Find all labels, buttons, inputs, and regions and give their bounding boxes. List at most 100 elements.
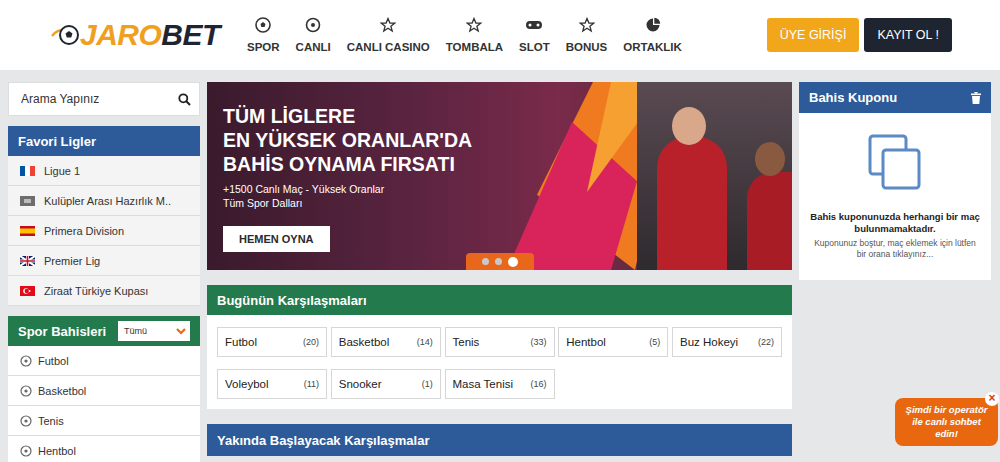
sport-name: Hentbol — [566, 336, 606, 348]
match-count: (14) — [417, 337, 433, 347]
sport-item[interactable]: Hentbol — [8, 436, 200, 462]
logo[interactable]: JAROBET — [50, 18, 225, 52]
main-content: Favori Ligler Ligue 1 Kulüpler Arası Hazır… — [0, 70, 1000, 462]
empty-coupon-hint: Kuponunuz boştur, maç eklemek için lütfe… — [809, 238, 981, 260]
sport-name: Tenis — [38, 415, 64, 427]
section-title: Favori Ligler — [18, 134, 96, 149]
sport-icon — [20, 355, 32, 367]
sport-button[interactable]: Tenis(33) — [445, 327, 555, 357]
sport-icon — [20, 385, 32, 397]
carousel-dots — [466, 253, 534, 270]
upcoming-header: Yakında Başlayacak Karşılaşmalar — [207, 424, 792, 456]
close-button[interactable]: × — [985, 392, 999, 406]
gamepad-icon — [525, 17, 543, 33]
chat-text: Şimdi bir operatör ile canlı sohbet edin… — [901, 404, 992, 440]
carousel-dot[interactable] — [482, 258, 489, 265]
empty-coupon-message: Bahis kuponunuzda herhangi bir maç bulun… — [809, 211, 981, 235]
league-item[interactable]: Kulüpler Arası Hazırlık M.. — [8, 186, 200, 216]
nav-label: TOMBALA — [446, 41, 503, 53]
league-name: Kulüpler Arası Hazırlık M.. — [44, 195, 171, 207]
chevron-down-icon — [176, 328, 186, 335]
nav-item[interactable]: SLOT — [519, 17, 550, 53]
nav-label: SLOT — [519, 41, 550, 53]
player-figure — [672, 107, 706, 145]
player-figure — [747, 172, 792, 270]
nav-item[interactable]: TOMBALA — [446, 17, 503, 53]
nav-label: ORTAKLIK — [623, 41, 682, 53]
star-icon — [380, 17, 396, 33]
pie-icon — [645, 17, 661, 33]
sport-button[interactable]: Masa Tenisi(16) — [445, 369, 555, 399]
section-title: Yakında Başlayacak Karşılaşmalar — [217, 433, 429, 448]
logo-text: BET — [161, 18, 220, 52]
league-item[interactable]: Ligue 1 — [8, 156, 200, 186]
dropdown-value: Tümü — [124, 326, 147, 336]
flag-icon — [20, 196, 35, 206]
main-nav: SPOR CANLI CANLI CASINO TOMBALA SLOT BONUS ORT… — [247, 17, 682, 53]
match-count: (33) — [530, 337, 546, 347]
flag-icon — [20, 256, 35, 266]
flag-icon — [20, 226, 35, 236]
player-figure — [755, 142, 785, 176]
favorites-header: Favori Ligler — [8, 126, 200, 156]
login-button[interactable]: ÜYE GİRİŞİ — [767, 18, 860, 52]
player-figure — [657, 137, 727, 270]
search-input[interactable] — [19, 91, 178, 107]
coupon-body: Bahis kuponunuzda herhangi bir maç bulun… — [799, 113, 991, 280]
nav-label: CANLI CASINO — [347, 41, 430, 53]
soccer-ball-icon — [50, 22, 80, 48]
league-name: Primera Division — [44, 225, 124, 237]
sport-item[interactable]: Basketbol — [8, 376, 200, 406]
league-item[interactable]: Ziraat Türkiye Kupası — [8, 276, 200, 306]
section-title: Bahis Kuponu — [809, 90, 897, 105]
play-now-button[interactable]: HEMEN OYNA — [223, 226, 330, 252]
section-title: Bugünün Karşılaşmaları — [217, 293, 367, 308]
nav-item[interactable]: ORTAKLIK — [623, 17, 682, 53]
sport-name: Futbol — [225, 336, 257, 348]
logo-text: JARO — [80, 18, 161, 52]
banner-headline: TÜM LİGLERE — [223, 104, 792, 128]
nav-item[interactable]: CANLI — [296, 17, 331, 53]
league-name: Premier Lig — [44, 255, 100, 267]
league-item[interactable]: Premier Lig — [8, 246, 200, 276]
top-header: JAROBET SPOR CANLI CANLI CASINO TOMBALA SLOT B… — [0, 0, 1000, 70]
nav-item[interactable]: CANLI CASINO — [347, 17, 430, 53]
ball-icon — [255, 17, 271, 33]
sport-item[interactable]: Futbol — [8, 346, 200, 376]
today-header: Bugünün Karşılaşmaları — [207, 285, 792, 315]
sport-button[interactable]: Futbol(20) — [217, 327, 327, 357]
star-icon — [466, 17, 482, 33]
register-button[interactable]: KAYIT OL ! — [864, 18, 952, 52]
sport-name: Basketbol — [339, 336, 390, 348]
carousel-dot[interactable] — [495, 258, 502, 265]
match-count: (11) — [304, 379, 319, 389]
sport-item[interactable]: Tenis — [8, 406, 200, 436]
match-count: (5) — [649, 337, 660, 347]
sport-name: Basketbol — [38, 385, 86, 397]
sport-name: Snooker — [339, 378, 382, 390]
carousel-dot[interactable] — [508, 257, 518, 267]
sport-button[interactable]: Hentbol (5) — [558, 327, 668, 357]
league-item[interactable]: Primera Division — [8, 216, 200, 246]
section-title: Spor Bahisleri — [18, 324, 106, 339]
live-chat-bubble[interactable]: Şimdi bir operatör ile canlı sohbet edin… — [895, 398, 998, 446]
trash-icon[interactable] — [971, 92, 981, 104]
search-icon[interactable] — [178, 93, 191, 106]
match-count: (1) — [422, 379, 433, 389]
sport-name: Buz Hokeyi — [680, 336, 738, 348]
match-count: (22) — [758, 337, 774, 347]
nav-label: CANLI — [296, 41, 331, 53]
sport-button[interactable]: Voleybol(11) — [217, 369, 327, 399]
sport-button[interactable]: Snooker (1) — [331, 369, 441, 399]
sport-filter-dropdown[interactable]: Tümü — [118, 321, 190, 341]
sport-name: Futbol — [38, 355, 69, 367]
sport-button[interactable]: Basketbol (14) — [331, 327, 441, 357]
nav-item[interactable]: BONUS — [566, 17, 608, 53]
nav-label: BONUS — [566, 41, 608, 53]
banner-headline: EN YÜKSEK ORANLAR'DA — [223, 128, 792, 152]
left-sidebar: Favori Ligler Ligue 1 Kulüpler Arası Hazır… — [8, 82, 200, 462]
sport-button[interactable]: Buz Hokeyi (22) — [672, 327, 782, 357]
sport-icon — [20, 415, 32, 427]
banner-photo — [637, 82, 792, 270]
nav-item[interactable]: SPOR — [247, 17, 280, 53]
